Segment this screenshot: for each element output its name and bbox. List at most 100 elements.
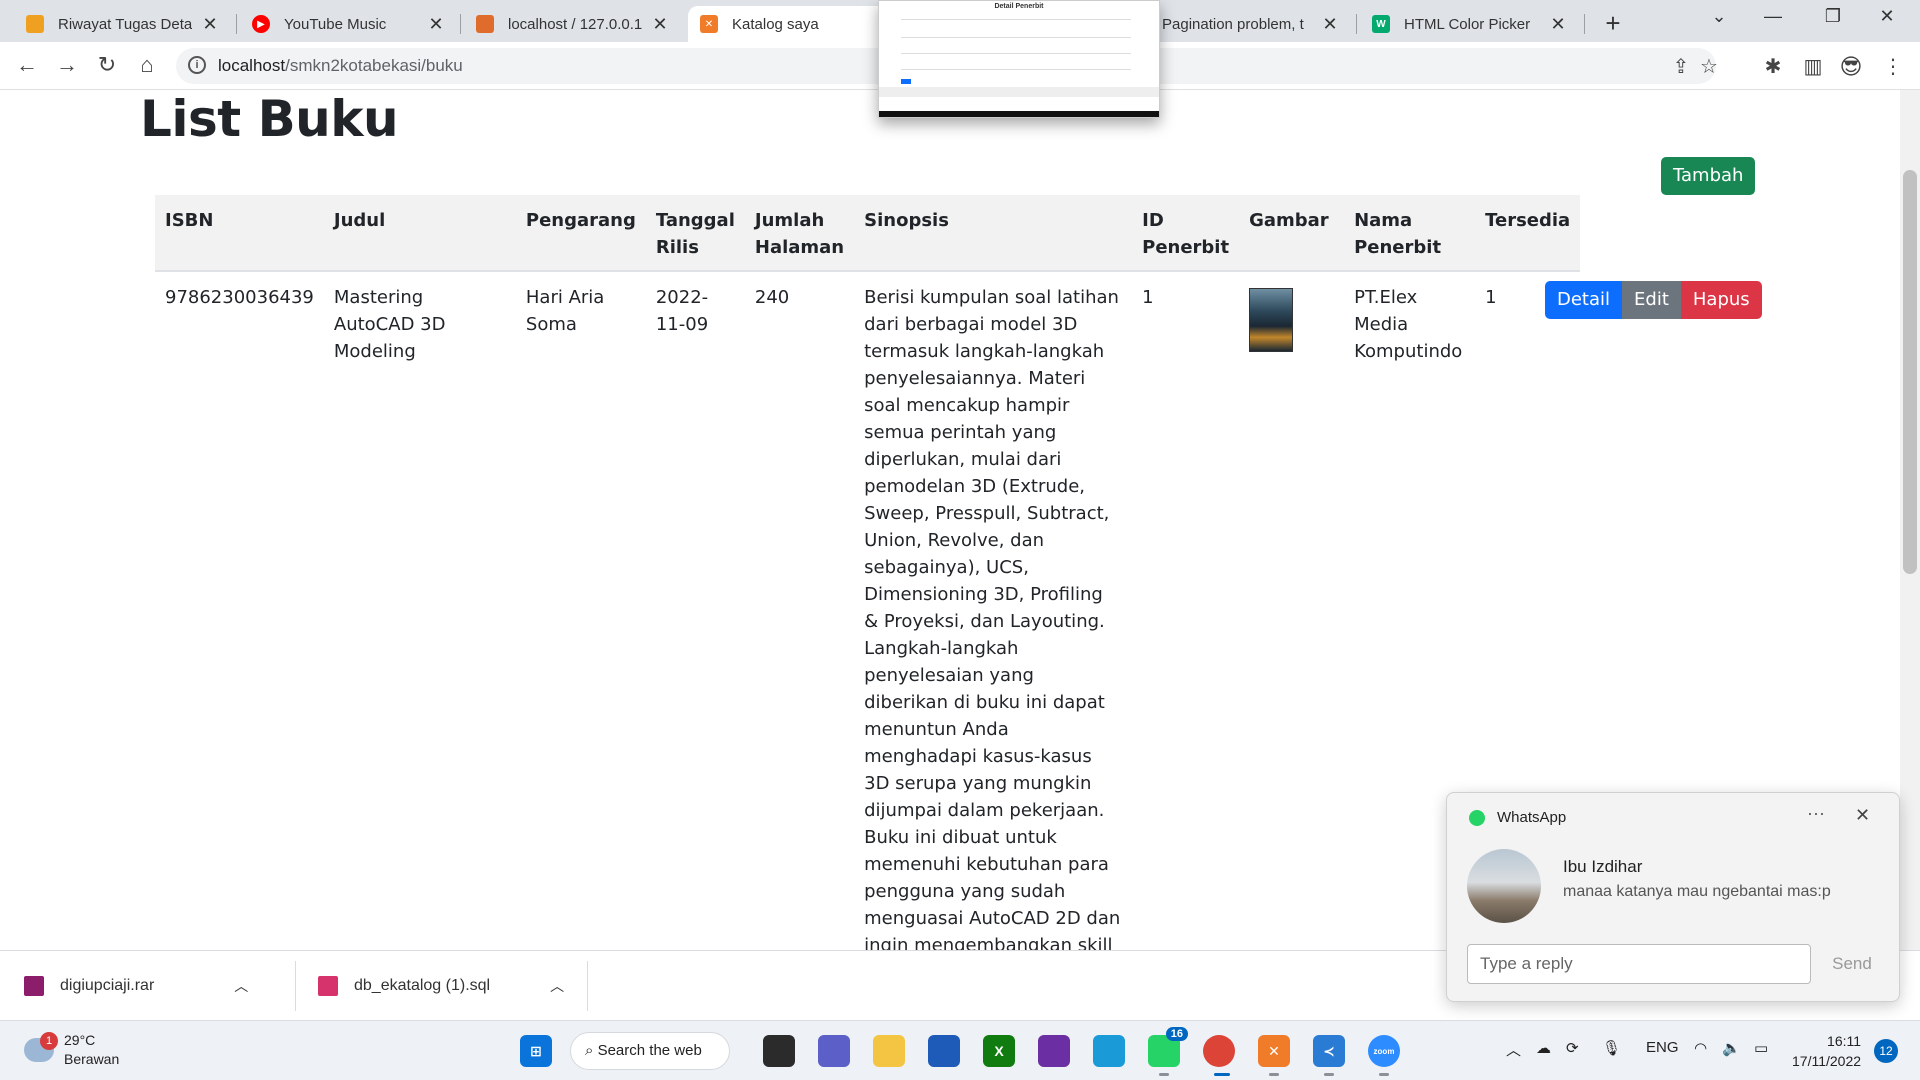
edit-button[interactable]: Edit: [1622, 281, 1681, 319]
cell-jumlah-halaman: 240: [754, 287, 790, 308]
cell-gambar: [1239, 271, 1344, 950]
home-icon[interactable]: ⌂: [132, 52, 162, 78]
xbox-icon[interactable]: X: [983, 1035, 1015, 1067]
taskbar-search[interactable]: ⌕ Search the web: [570, 1032, 730, 1070]
more-options-icon[interactable]: ···: [1807, 803, 1825, 824]
sync-icon[interactable]: ⟳: [1566, 1039, 1579, 1057]
weather-widget[interactable]: 1 29°C Berawan: [24, 1031, 119, 1069]
edge-icon[interactable]: [1093, 1035, 1125, 1067]
table-row: 9786230036439 Mastering AutoCAD 3D Model…: [155, 271, 1580, 950]
detail-button[interactable]: Detail: [1545, 281, 1623, 319]
tab-divider: [236, 14, 237, 34]
tab-hover-preview: Detail Penerbit: [878, 0, 1160, 118]
language-indicator[interactable]: ENG: [1646, 1039, 1679, 1056]
column-header-isbn: ISBN: [155, 195, 324, 272]
start-windows-icon[interactable]: ⊞: [520, 1035, 552, 1067]
cloud-icon: 1: [24, 1032, 58, 1062]
wifi-icon[interactable]: ◠: [1694, 1039, 1707, 1057]
vscode-icon[interactable]: ≺: [1313, 1035, 1345, 1067]
running-indicator: [1159, 1073, 1169, 1076]
url-text: localhost/smkn2kotabekasi/buku: [218, 56, 463, 76]
restore-button[interactable]: ❐: [1810, 6, 1856, 27]
column-header-tanggal-rilis: Tanggal Rilis: [645, 195, 745, 272]
xampp-icon[interactable]: ✕: [1258, 1035, 1290, 1067]
menu-kebab-icon[interactable]: ⋮: [1880, 54, 1906, 79]
whatsapp-taskbar-icon[interactable]: 16: [1148, 1027, 1188, 1067]
book-cover-image: [1249, 288, 1294, 352]
phpmyadmin-icon: [476, 15, 494, 33]
tab-phpmyadmin[interactable]: localhost / 127.0.0.1 / ✕: [464, 6, 682, 42]
minimize-button[interactable]: —: [1750, 6, 1796, 27]
send-button[interactable]: Send: [1819, 944, 1885, 984]
column-header-pengarang: Pengarang: [515, 195, 646, 272]
bookmark-star-icon[interactable]: ☆: [1696, 54, 1722, 79]
new-tab-button[interactable]: +: [1598, 8, 1628, 39]
microsoft-store-icon[interactable]: [928, 1035, 960, 1067]
reply-input[interactable]: Type a reply: [1467, 944, 1811, 984]
tab-divider: [460, 14, 461, 34]
tab-youtube-music[interactable]: ▶ YouTube Music ✕: [240, 6, 458, 42]
forward-icon[interactable]: →: [52, 52, 82, 78]
tab-divider: [1584, 14, 1585, 34]
close-tab-icon[interactable]: ✕: [1548, 14, 1568, 35]
close-tab-icon[interactable]: ✕: [650, 14, 670, 35]
reload-icon[interactable]: ↻: [92, 52, 122, 78]
volume-icon[interactable]: 🔈: [1722, 1039, 1741, 1057]
download-item[interactable]: digiupciaji.rar ︿: [24, 951, 248, 1021]
tab-title: Pagination problem, t: [1162, 15, 1304, 33]
table-header-row: ISBN Judul Pengarang Tanggal Rilis Jumla…: [155, 195, 1581, 272]
cell-id-penerbit: 1: [1142, 287, 1154, 308]
add-book-button[interactable]: Tambah: [1661, 157, 1756, 195]
chevron-up-icon[interactable]: ︿: [1506, 1039, 1521, 1060]
download-item[interactable]: db_ekatalog (1).sql ︿: [318, 951, 564, 1021]
tab-html-color-picker[interactable]: W HTML Color Picker ✕: [1360, 6, 1580, 42]
teams-chat-icon[interactable]: [818, 1035, 850, 1067]
delete-button[interactable]: Hapus: [1680, 281, 1762, 319]
tab-pagination-problem[interactable]: Pagination problem, t ✕: [1150, 6, 1352, 42]
back-icon[interactable]: ←: [12, 52, 42, 78]
chevron-up-icon[interactable]: ︿: [234, 976, 248, 996]
running-indicator: [1324, 1073, 1334, 1076]
cell-tanggal-rilis: 2022-11-09: [655, 287, 709, 335]
column-header-id-penerbit: ID Penerbit: [1132, 195, 1240, 272]
page-scrollbar-thumb[interactable]: [1903, 170, 1917, 574]
file-explorer-icon[interactable]: [873, 1035, 905, 1067]
tab-title: YouTube Music: [284, 15, 387, 33]
tab-favicon-icon: [26, 15, 44, 33]
battery-icon[interactable]: ▭: [1754, 1039, 1768, 1057]
chrome-icon[interactable]: [1203, 1035, 1235, 1067]
whatsapp-notification[interactable]: WhatsApp ··· ✕ Ibu Izdihar manaa katanya…: [1446, 792, 1900, 1002]
cell-isbn: 9786230036439: [165, 287, 314, 308]
temperature: 29°C: [64, 1032, 96, 1048]
close-icon[interactable]: ✕: [1855, 805, 1870, 826]
tab-title: localhost / 127.0.0.1 /: [508, 15, 642, 33]
tab-search-chevron-icon[interactable]: ⌄: [1696, 6, 1742, 27]
chevron-up-icon[interactable]: ︿: [550, 976, 564, 996]
preview-bottom-bar: [879, 111, 1159, 117]
avatar: [1467, 849, 1541, 923]
share-icon[interactable]: ⇪: [1668, 54, 1694, 79]
tab-katalog-saya[interactable]: ✕ Katalog saya: [688, 6, 888, 42]
notification-sender: Ibu Izdihar: [1563, 857, 1643, 876]
preview-line: [901, 69, 1131, 70]
side-panel-icon[interactable]: ▥: [1800, 54, 1826, 79]
close-window-button[interactable]: ✕: [1864, 6, 1910, 27]
notification-count-badge[interactable]: 12: [1874, 1039, 1898, 1063]
close-tab-icon[interactable]: ✕: [1320, 14, 1340, 35]
site-info-icon[interactable]: i: [188, 56, 206, 74]
tab-title: Riwayat Tugas Detail-: [58, 15, 192, 33]
onedrive-cloud-icon[interactable]: ☁: [1536, 1039, 1551, 1057]
tab-riwayat-tugas[interactable]: Riwayat Tugas Detail- ✕: [14, 6, 232, 42]
notification-message: manaa katanya mau ngebantai mas:p: [1563, 883, 1831, 900]
zoom-icon[interactable]: zoom: [1368, 1035, 1400, 1067]
clock[interactable]: 16:11 17/11/2022: [1792, 1031, 1861, 1071]
close-tab-icon[interactable]: ✕: [200, 14, 220, 35]
task-view-icon[interactable]: [763, 1035, 795, 1067]
app-icon[interactable]: [1038, 1035, 1070, 1067]
extensions-icon[interactable]: ✱: [1760, 54, 1786, 79]
preview-button: [901, 79, 911, 84]
close-tab-icon[interactable]: ✕: [426, 14, 446, 35]
profile-avatar-icon[interactable]: 😎: [1838, 54, 1864, 80]
windows-taskbar: 1 29°C Berawan ⊞ ⌕ Search the web X 16 ✕…: [0, 1020, 1920, 1080]
microphone-icon[interactable]: 🎙: [1602, 1039, 1621, 1057]
